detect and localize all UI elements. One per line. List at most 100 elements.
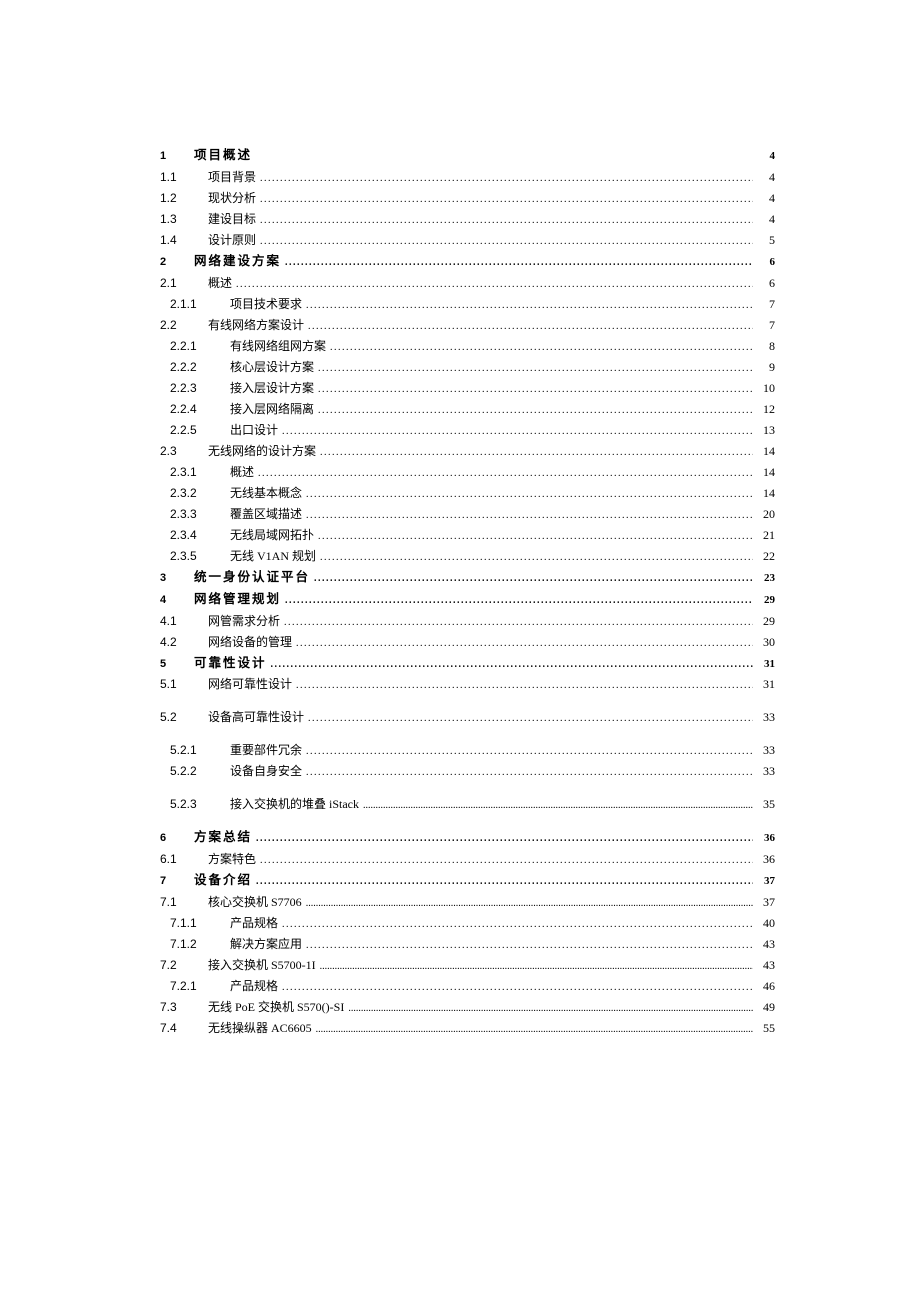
toc-number: 2.3 (160, 441, 208, 462)
toc-leader (318, 525, 753, 546)
toc-page-number: 43 (753, 934, 775, 955)
toc-page-number: 33 (753, 740, 775, 761)
toc-title: 出口设计 (230, 420, 282, 441)
toc-entry: 7.1.1产品规格40 (160, 913, 775, 934)
toc-number: 1.3 (160, 209, 208, 230)
toc-leader (260, 230, 753, 251)
toc-title: 无线局域网拓扑 (230, 525, 318, 546)
toc-leader (296, 674, 753, 695)
toc-entry: 2.3.1概述14 (160, 462, 775, 483)
toc-title: 设备高可靠性设计 (208, 707, 308, 728)
toc-entry: 5.2.1重要部件冗余 33 (160, 740, 775, 761)
toc-entry: 6方案总结36 (160, 827, 775, 849)
toc-number: 7.1.1 (170, 913, 230, 934)
toc-number: 2.2.3 (170, 378, 230, 399)
toc-page-number: 29 (753, 611, 775, 632)
toc-entry: 2.3无线网络的设计方案 14 (160, 441, 775, 462)
toc-title: 无线网络的设计方案 (208, 441, 320, 462)
toc-entry: 7.3无线 PoE 交换机 S570()-SI49 (160, 997, 775, 1018)
toc-title: 产品规格 (230, 913, 282, 934)
toc-leader (284, 611, 753, 632)
toc-leader (260, 188, 753, 209)
toc-entry: 2.3.2无线基本概念14 (160, 483, 775, 504)
toc-number: 7.2.1 (170, 976, 230, 997)
toc-page-number: 14 (753, 441, 775, 462)
table-of-contents: 1项目概述41.1项目背景41.2现状分析41.3建设目标41.4设计原则52网… (160, 145, 775, 1039)
toc-number: 4.1 (160, 611, 208, 632)
toc-leader (256, 829, 753, 848)
toc-leader (282, 913, 753, 934)
toc-entry: 1.3建设目标4 (160, 209, 775, 230)
toc-title: 方案特色 (208, 849, 260, 870)
toc-entry: 2.2.1有线网络组网方案8 (160, 336, 775, 357)
toc-entry: 2.1概述6 (160, 273, 775, 294)
toc-page-number: 46 (753, 976, 775, 997)
toc-page-number: 36 (753, 829, 775, 848)
toc-entry: 2.2有线网络方案设计7 (160, 315, 775, 336)
toc-entry: 2.3.5无线 V1AN 规划22 (160, 546, 775, 567)
toc-leader (260, 167, 753, 188)
toc-entry: 2.2.3接入层设计方案10 (160, 378, 775, 399)
toc-title: 设计原则 (208, 230, 260, 251)
toc-title: 无线基本概念 (230, 483, 306, 504)
toc-number: 2.1.1 (170, 294, 230, 315)
toc-entry: 2网络建设方案6 (160, 251, 775, 273)
toc-entry: 7设备介绍37 (160, 870, 775, 892)
toc-number: 5.2.1 (170, 740, 230, 761)
toc-number: 6.1 (160, 849, 208, 870)
toc-number: 1.1 (160, 167, 208, 188)
toc-title: 网络可靠性设计 (208, 674, 296, 695)
toc-title: 可靠性设计 (194, 653, 271, 675)
toc-title: 项目背景 (208, 167, 260, 188)
toc-title: 核心层设计方案 (230, 357, 318, 378)
toc-number: 2.1 (160, 273, 208, 294)
toc-page-number: 43 (753, 955, 775, 976)
toc-title: 解决方案应用 (230, 934, 306, 955)
toc-leader (314, 569, 753, 588)
toc-leader (308, 707, 753, 728)
toc-page-number: 14 (753, 483, 775, 504)
toc-entry: 2.2.5出口设计13 (160, 420, 775, 441)
toc-entry: 4.2网络设备的管理30 (160, 632, 775, 653)
toc-number: 2.2.1 (170, 336, 230, 357)
toc-entry: 2.3.4无线局域网拓扑21 (160, 525, 775, 546)
toc-number: 5.2.3 (170, 794, 230, 815)
toc-entry: 4网络管理规划29 (160, 589, 775, 611)
toc-entry: 5.2.3接入交换机的堆叠 iStack35 (160, 794, 775, 815)
toc-number: 2.3.5 (170, 546, 230, 567)
toc-title: 项目技术要求 (230, 294, 306, 315)
toc-title: 重要部件冗余 (230, 740, 306, 761)
toc-title: 有线网络组网方案 (230, 336, 330, 357)
toc-leader (306, 761, 753, 782)
toc-title: 建设目标 (208, 209, 260, 230)
toc-entry: 1.1项目背景4 (160, 167, 775, 188)
toc-leader (306, 934, 753, 955)
toc-leader (306, 504, 753, 525)
toc-entry: 7.2.1产品规格46 (160, 976, 775, 997)
toc-leader (330, 336, 753, 357)
toc-page-number: 6 (753, 273, 775, 294)
toc-title: 无线 PoE 交换机 S570()-SI (208, 997, 348, 1018)
toc-leader (260, 209, 753, 230)
toc-leader (271, 655, 753, 674)
toc-title: 方案总结 (194, 827, 256, 849)
toc-title: 接入交换机 S5700-1I (208, 955, 320, 976)
toc-entry: 1.4设计原则5 (160, 230, 775, 251)
toc-entry: 7.1.2解决方案应用43 (160, 934, 775, 955)
toc-page-number: 30 (753, 632, 775, 653)
toc-title: 设备自身安全 (230, 761, 306, 782)
toc-entry: 6.1方案特色36 (160, 849, 775, 870)
toc-leader (260, 849, 753, 870)
toc-entry: 7.2接入交换机 S5700-1I43 (160, 955, 775, 976)
toc-number: 4 (160, 591, 194, 610)
toc-title: 概述 (230, 462, 258, 483)
toc-leader (296, 632, 753, 653)
toc-number: 7.4 (160, 1018, 208, 1039)
toc-page-number: 31 (753, 674, 775, 695)
toc-title: 接入层网络隔离 (230, 399, 318, 420)
toc-leader (320, 546, 753, 567)
toc-number: 2.3.3 (170, 504, 230, 525)
toc-page-number: 20 (753, 504, 775, 525)
toc-entry: 5.2.2设备自身安全33 (160, 761, 775, 782)
toc-leader (285, 253, 753, 272)
